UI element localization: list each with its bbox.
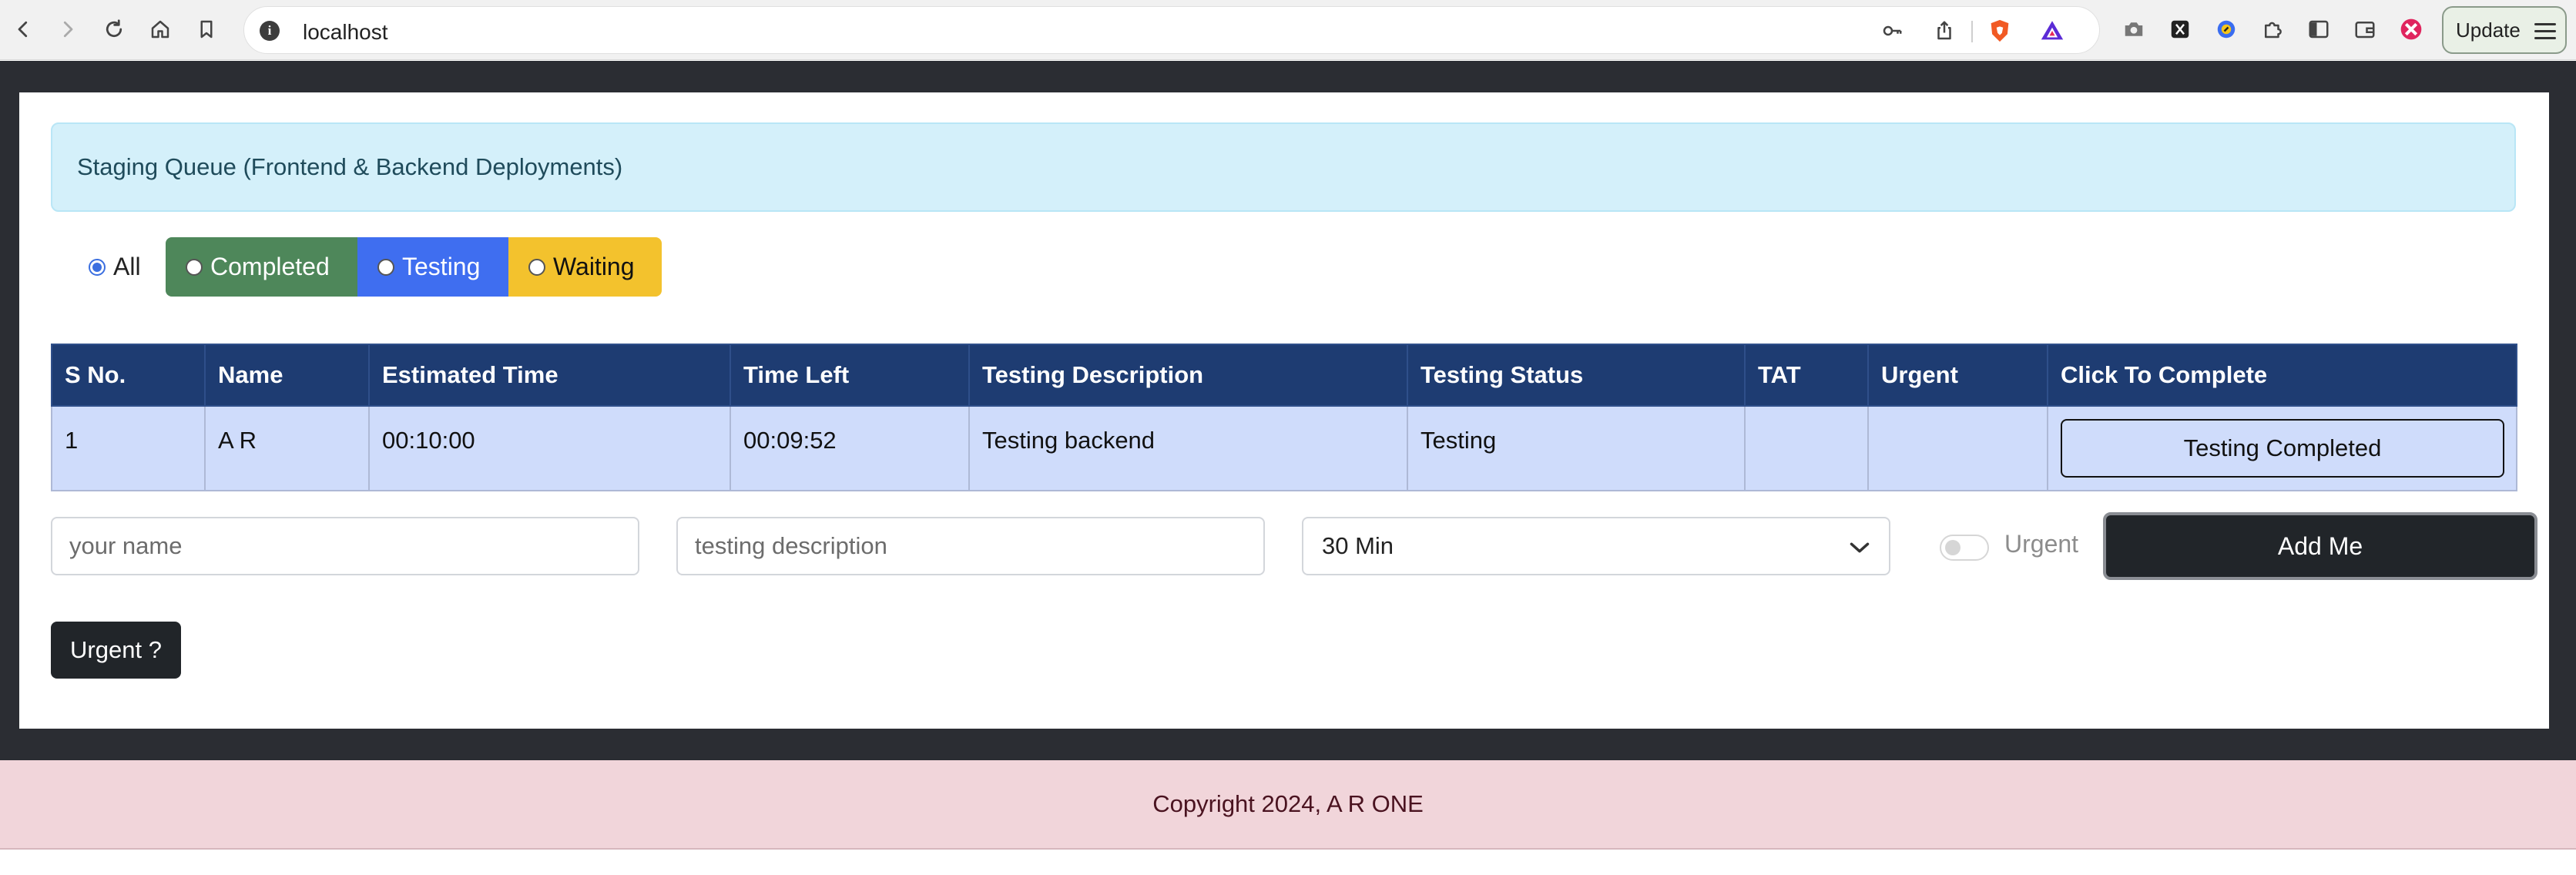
footer: Copyright 2024, A R ONE: [0, 760, 2576, 850]
camera-icon[interactable]: [2120, 15, 2148, 43]
cell-name: A R: [204, 405, 370, 491]
main-content: Staging Queue (Frontend & Backend Deploy…: [19, 92, 2549, 729]
chevron-down-icon: [1850, 542, 1870, 553]
brave-rewards-icon[interactable]: [2039, 18, 2065, 44]
site-info-icon[interactable]: i: [260, 21, 280, 41]
filter-all-radio[interactable]: [89, 258, 106, 276]
cell-estimated-time: 00:10:00: [368, 405, 731, 491]
copyright-text: Copyright 2024, A R ONE: [1152, 790, 1424, 817]
header-urgent: Urgent: [1867, 344, 2048, 407]
share-icon[interactable]: [1931, 18, 1957, 44]
header-sno: S No.: [51, 344, 206, 407]
cell-sno: 1: [51, 405, 206, 491]
browser-toolbar: i localhost Update: [0, 0, 2576, 60]
back-icon[interactable]: [5, 11, 42, 48]
reload-icon[interactable]: [96, 11, 132, 48]
header-name: Name: [204, 344, 370, 407]
filter-all[interactable]: All: [70, 237, 166, 297]
cell-status: Testing: [1407, 405, 1746, 491]
address-bar[interactable]: i localhost: [243, 6, 2100, 54]
cell-urgent: [1867, 405, 2048, 491]
filter-waiting-label: Waiting: [553, 253, 635, 280]
compass-extension-icon[interactable]: [2212, 15, 2240, 43]
testing-completed-button[interactable]: Testing Completed: [2061, 419, 2504, 478]
add-me-button[interactable]: Add Me: [2103, 512, 2537, 580]
cell-time-left: 00:09:52: [730, 405, 970, 491]
menu-icon[interactable]: [2534, 23, 2556, 44]
puzzle-extensions-icon[interactable]: [2259, 15, 2286, 43]
name-input[interactable]: [51, 517, 639, 575]
queue-table: S No. Name Estimated Time Time Left Test…: [51, 344, 2517, 491]
update-label: Update: [2456, 18, 2521, 42]
table-row: 1 A R 00:10:00 00:09:52 Testing backend …: [51, 405, 2517, 491]
update-button[interactable]: Update: [2442, 6, 2567, 54]
duration-value: 30 Min: [1322, 532, 1394, 559]
home-icon[interactable]: [142, 11, 179, 48]
filter-waiting-radio[interactable]: [528, 258, 545, 276]
cell-description: Testing backend: [968, 405, 1408, 491]
bookmark-icon[interactable]: [188, 11, 225, 48]
status-filter-group: All Completed Testing Waiting: [70, 237, 662, 297]
wallet-icon[interactable]: [2351, 15, 2379, 43]
url-separator: [1971, 21, 1973, 42]
header-estimated-time: Estimated Time: [368, 344, 731, 407]
cell-action: Testing Completed: [2047, 405, 2517, 491]
duration-select[interactable]: 30 Min: [1302, 517, 1890, 575]
url-text[interactable]: localhost: [303, 20, 388, 45]
header-tat: TAT: [1744, 344, 1869, 407]
filter-testing-radio[interactable]: [377, 258, 394, 276]
header-testing-status: Testing Status: [1407, 344, 1746, 407]
x-extension-icon[interactable]: [2166, 15, 2194, 43]
filter-completed[interactable]: Completed: [166, 237, 357, 297]
filter-completed-radio[interactable]: [186, 258, 203, 276]
forward-icon[interactable]: [49, 11, 86, 48]
table-header-row: S No. Name Estimated Time Time Left Test…: [51, 344, 2517, 407]
filter-testing-label: Testing: [402, 253, 481, 280]
header-time-left: Time Left: [730, 344, 970, 407]
filter-waiting[interactable]: Waiting: [508, 237, 662, 297]
urgent-button[interactable]: Urgent ?: [51, 622, 181, 679]
sidebar-icon[interactable]: [2305, 15, 2333, 43]
brave-shield-icon[interactable]: [1987, 18, 2013, 44]
header-click-to-complete: Click To Complete: [2047, 344, 2517, 407]
urgent-toggle[interactable]: [1940, 535, 1989, 561]
urgent-toggle-label: Urgent: [2004, 530, 2079, 558]
filter-all-label: All: [113, 253, 141, 280]
filter-completed-label: Completed: [210, 253, 330, 280]
filter-testing[interactable]: Testing: [357, 237, 508, 297]
profile-extension-icon[interactable]: [2397, 15, 2425, 43]
queue-title-alert: Staging Queue (Frontend & Backend Deploy…: [51, 122, 2516, 212]
description-input[interactable]: [676, 517, 1265, 575]
cell-tat: [1744, 405, 1869, 491]
key-icon[interactable]: [1879, 18, 1905, 44]
header-testing-description: Testing Description: [968, 344, 1408, 407]
